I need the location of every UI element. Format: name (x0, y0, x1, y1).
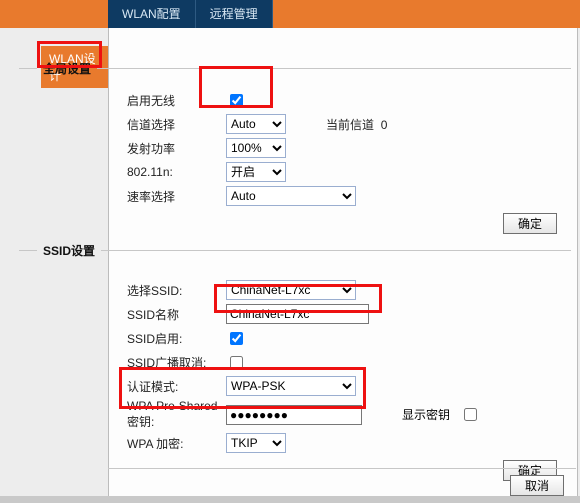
global-legend: 全局设置 (37, 60, 97, 77)
ssid-settings-group: SSID设置 选择SSID: ChinaNet-L7xc SSID名称 SSID… (19, 242, 571, 483)
rate-select[interactable]: Auto (226, 186, 356, 206)
dot11n-select[interactable]: 开启 (226, 162, 286, 182)
tx-power-select[interactable]: 100% (226, 138, 286, 158)
dot11n-label: 802.11n: (127, 165, 226, 179)
select-ssid-label: 选择SSID: (127, 282, 226, 299)
channel-select-label: 信道选择 (127, 116, 226, 133)
bottom-bar: 取消 (108, 468, 576, 496)
psk-label: WPA Pre-Shared 密钥: (127, 399, 226, 430)
top-bar: WLAN配置 远程管理 (0, 0, 580, 28)
tx-power-label: 发射功率 (127, 140, 226, 157)
psk-input[interactable] (226, 405, 362, 425)
rate-label: 速率选择 (127, 188, 226, 205)
cancel-button[interactable]: 取消 (510, 475, 564, 496)
current-channel-text: 当前信道 0 (326, 116, 387, 133)
tab-remote-mgmt[interactable]: 远程管理 (196, 0, 273, 28)
ssid-enable-checkbox[interactable] (230, 332, 243, 345)
tabs: WLAN配置 远程管理 (108, 0, 273, 28)
enable-wireless-checkbox[interactable] (230, 94, 243, 107)
wpa-enc-label: WPA 加密: (127, 435, 226, 452)
enable-wireless-label: 启用无线 (127, 92, 226, 109)
tab-wlan-config[interactable]: WLAN配置 (108, 0, 196, 28)
ssid-bcast-cancel-checkbox[interactable] (230, 356, 243, 369)
global-confirm-button[interactable]: 确定 (503, 213, 557, 234)
ssid-enable-label: SSID启用: (127, 330, 226, 347)
auth-mode-select[interactable]: WPA-PSK (226, 376, 356, 396)
ssid-name-label: SSID名称 (127, 306, 226, 323)
ssid-legend: SSID设置 (37, 242, 101, 259)
auth-mode-label: 认证模式: (127, 378, 226, 395)
main-panel: 全局设置 启用无线 信道选择 Auto 当前信道 0 发射功率 10 (108, 28, 578, 500)
global-settings-group: 全局设置 启用无线 信道选择 Auto 当前信道 0 发射功率 10 (19, 60, 571, 236)
ssid-bcast-cancel-label: SSID广播取消: (127, 354, 226, 371)
ssid-name-input[interactable] (226, 304, 369, 324)
channel-select[interactable]: Auto (226, 114, 286, 134)
show-key-checkbox[interactable] (464, 408, 477, 421)
show-key-label: 显示密钥 (402, 406, 450, 423)
select-ssid[interactable]: ChinaNet-L7xc (226, 280, 356, 300)
wpa-enc-select[interactable]: TKIP (226, 433, 286, 453)
bottom-edge (0, 496, 580, 503)
